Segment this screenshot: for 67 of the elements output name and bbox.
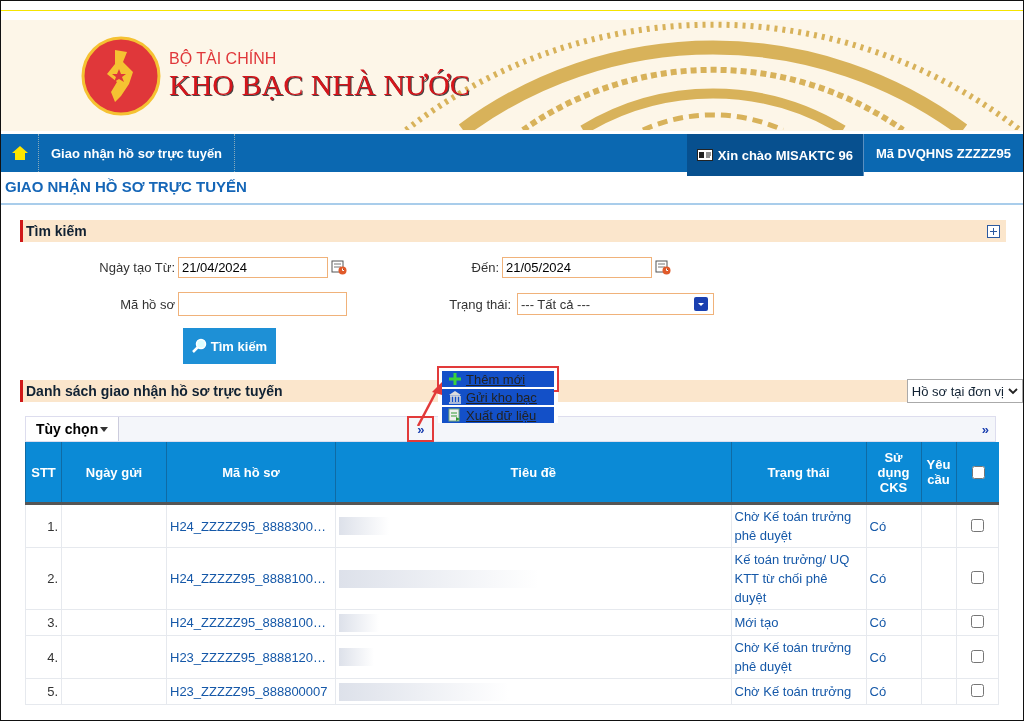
table-cell: 3.	[25, 609, 62, 636]
page-title: GIAO NHẬN HỒ SƠ TRỰC TUYẾN	[1, 172, 1023, 205]
row-checkbox[interactable]	[971, 571, 985, 584]
row-checkbox[interactable]	[971, 518, 985, 532]
id-card-icon	[696, 149, 713, 161]
expand-button[interactable]	[987, 224, 1000, 238]
field-label: Trạng thái:	[448, 296, 512, 312]
row-checkbox[interactable]	[971, 615, 985, 628]
expand-toggle[interactable]: »	[975, 420, 995, 438]
section-title: Tìm kiếm	[26, 223, 87, 239]
record-link[interactable]: H24_ZZZZZ95_8888300…	[166, 503, 336, 548]
plus-icon	[448, 372, 462, 386]
record-link[interactable]: H24_ZZZZZ95_8888100…	[166, 609, 336, 636]
column-header: Ngày gửi	[61, 442, 167, 504]
column-header: Mã hồ sơ	[166, 442, 336, 504]
record-link[interactable]: H23_ZZZZZ95_888800007	[166, 678, 336, 705]
emblem-logo-icon	[81, 35, 161, 116]
table-cell: 5.	[25, 678, 62, 705]
caret-icon	[100, 426, 109, 432]
field-label: Đến:	[470, 259, 500, 275]
table-cell: 4.	[25, 635, 62, 679]
status-cell: Mới tạo	[731, 609, 866, 636]
greeting-text: Xin chào MISAKTC 96	[717, 147, 853, 163]
column-header: Tiêu đề	[335, 442, 731, 504]
section-title: Danh sách giao nhận hồ sơ trực tuyến	[26, 383, 283, 399]
table-cell: Có	[866, 678, 921, 705]
record-link[interactable]: H24_ZZZZZ95_8888100…	[166, 547, 336, 610]
table-cell: Có	[866, 635, 921, 679]
home-icon	[11, 146, 28, 160]
filter-dropdown[interactable]: Hồ sơ tại đơn vị	[906, 379, 1023, 403]
annotation-arrow	[415, 382, 445, 426]
column-header: Trạng thái	[731, 442, 866, 504]
calendar-icon[interactable]	[655, 259, 671, 275]
status-cell: Kế toán trưởng/ UQ KTT từ chối phê duyệt	[731, 547, 866, 610]
code-field[interactable]	[178, 292, 347, 316]
date-field[interactable]: 21/05/2024	[502, 256, 652, 278]
table-cell: 2.	[25, 547, 62, 610]
status-cell: Chờ Kế toán trưởng phê duyệt	[731, 503, 866, 548]
calendar-icon[interactable]	[331, 259, 347, 275]
table-cell: Có	[866, 503, 921, 548]
ministry-name: BỘ TÀI CHÍNH	[169, 49, 278, 68]
row-checkbox[interactable]	[971, 649, 985, 663]
table-cell: 1.	[25, 503, 62, 548]
table-cell: Có	[866, 609, 921, 636]
status-dropdown[interactable]: --- Tất cả ---	[517, 293, 714, 315]
agency-name: KHO BẠC NHÀ NƯỚC	[169, 67, 470, 102]
row-checkbox[interactable]	[971, 684, 985, 697]
column-header: STT	[25, 442, 62, 504]
chevron-down-icon	[1008, 387, 1018, 395]
table-cell: Có	[866, 547, 921, 610]
column-header: Sử dụng CKS	[866, 442, 921, 504]
field-label: Mã hồ sơ	[119, 296, 176, 312]
expand-toggle[interactable]: »	[409, 418, 433, 440]
date-field[interactable]: 21/04/2024	[178, 256, 328, 278]
field-label: Ngày tạo Từ:	[98, 259, 176, 275]
column-header: Yêu cầu	[921, 442, 956, 504]
bank-icon	[448, 390, 462, 404]
status-cell: Chờ Kế toán trưởng phê duyệt	[731, 635, 866, 679]
search-icon	[191, 338, 208, 354]
select-all-checkbox[interactable]	[971, 465, 985, 479]
blurred-title	[339, 648, 374, 666]
status-cell: Chờ Kế toán trưởng	[731, 678, 866, 705]
plus-icon	[989, 226, 998, 236]
unit-code: Mã DVQHNS ZZZZZ95	[874, 144, 1012, 163]
nav-item[interactable]: Giao nhận hồ sơ trực tuyến	[39, 134, 236, 172]
record-link[interactable]: H23_ZZZZZ95_8888120…	[166, 635, 336, 679]
options-menu[interactable]: Tùy chọn	[26, 417, 120, 441]
